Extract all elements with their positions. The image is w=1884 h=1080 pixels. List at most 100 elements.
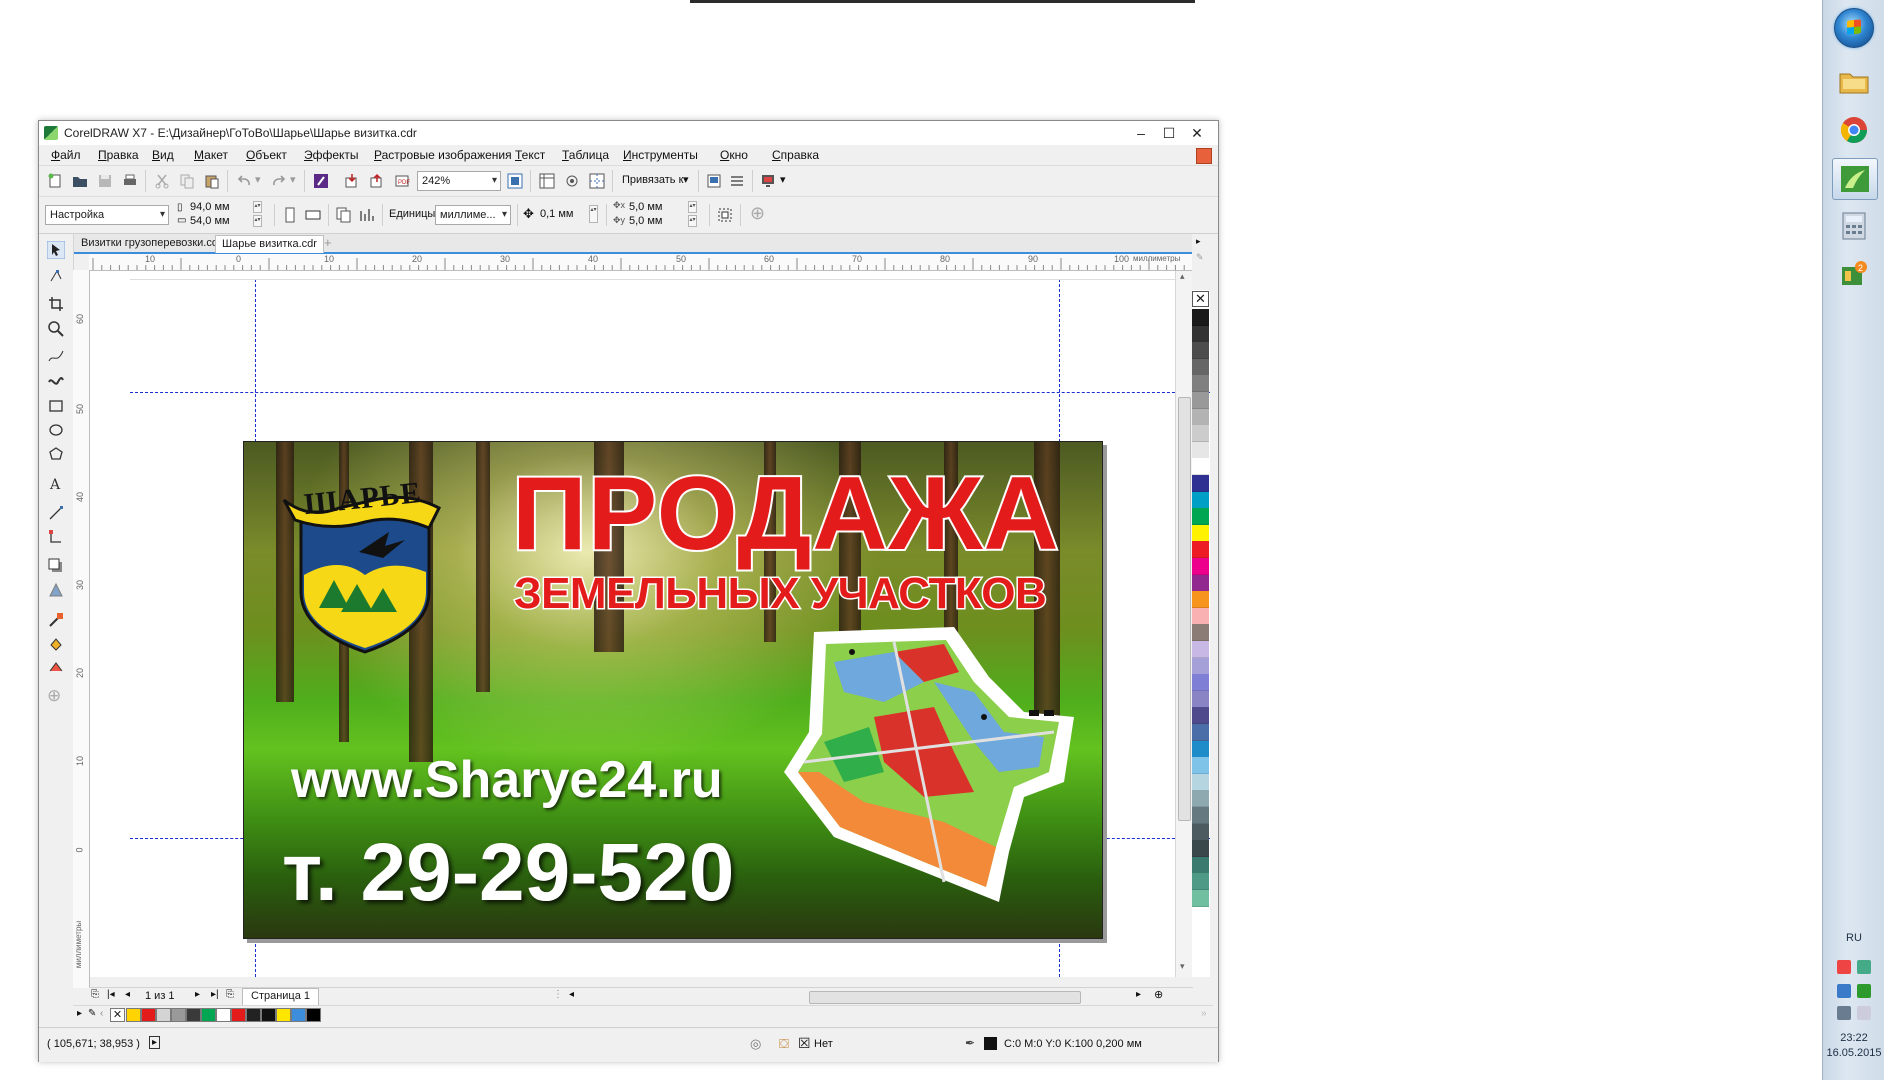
palette-swatch[interactable] [1192,707,1209,725]
view-options-icon[interactable] [564,173,580,189]
palette-swatch[interactable] [1192,823,1209,841]
parallel-dimension-icon[interactable] [47,504,65,522]
first-page-icon[interactable]: |◂ [107,989,115,1000]
card-headline[interactable]: ПРОДАЖА [510,460,1061,568]
next-page-icon[interactable]: ▸ [195,989,200,1000]
palette-swatch[interactable] [1192,607,1209,625]
calculator-taskbar-button[interactable] [1832,206,1876,246]
palette-swatch[interactable] [1192,690,1209,708]
publish-pdf-icon[interactable]: PDF [394,173,410,189]
palette-swatch[interactable] [1192,458,1209,476]
prev-page-icon[interactable]: ◂ [125,989,130,1000]
doc-palette-eyedropper-icon[interactable]: ✎ [88,1008,96,1019]
title-bar[interactable]: CorelDRAW X7 - E:\Дизайнер\ГоТоВо\Шарье\… [39,121,1218,145]
print-icon[interactable] [122,173,138,189]
zoom-level-select[interactable]: 242% [417,171,501,191]
palette-swatch[interactable] [1192,475,1209,492]
palette-swatch[interactable] [1192,491,1209,509]
scroll-left-icon[interactable]: ◂ [569,989,574,1000]
doc-palette-swatch[interactable] [291,1008,306,1022]
tray-network-icon[interactable] [1857,960,1871,974]
transparency-tool-icon[interactable] [47,581,65,599]
menu-window[interactable]: Окно [720,148,748,162]
explorer-taskbar-button[interactable] [1832,62,1876,102]
palette-swatch[interactable] [1192,873,1209,891]
zoom-tool-icon[interactable] [47,320,65,338]
page-width-value[interactable]: 94,0 мм [190,201,230,213]
show-rulers-icon[interactable] [539,173,555,189]
doc-palette-swatch[interactable] [216,1008,231,1022]
full-screen-preview-icon[interactable] [507,173,523,189]
smart-fill-icon[interactable] [47,659,65,677]
tab-sharye-vizitka[interactable]: Шарье визитка.cdr [215,235,324,253]
last-page-icon[interactable]: ▸| [211,989,219,1000]
page-tab-1[interactable]: Страница 1 [242,988,320,1006]
palette-swatch[interactable] [1192,890,1209,907]
doc-palette-swatch[interactable] [246,1008,261,1022]
options-icon[interactable] [706,173,722,189]
menu-effects[interactable]: Эффекты [304,148,359,162]
palette-swatch[interactable] [1192,856,1209,874]
doc-palette-swatch[interactable] [276,1008,291,1022]
search-content-icon[interactable] [313,173,329,189]
palette-swatch[interactable] [1192,757,1209,775]
palette-swatch[interactable] [1192,657,1209,675]
business-card[interactable]: ШАРЬЕ ПРОДАЖА ЗЕМЕЛЬНЫХ УЧАСТКОВ www.Sha… [243,441,1103,939]
portrait-icon[interactable] [282,207,298,223]
tray-flag-icon[interactable] [1837,960,1851,974]
palette-swatch[interactable] [1192,641,1209,658]
menu-layout[interactable]: Макет [194,148,228,162]
palette-swatch[interactable] [1192,674,1209,692]
palette-swatch[interactable] [1192,591,1209,609]
tab-vizitki-gruzoperevozki[interactable]: Визитки грузоперевозки.cdr [75,235,228,252]
paste-icon[interactable] [204,173,220,189]
doc-palette-swatch[interactable] [306,1008,321,1022]
text-tool-icon[interactable]: A [47,474,65,492]
duplicate-distance-y[interactable]: 5,0 мм [629,215,662,227]
export-icon[interactable] [369,173,385,189]
palette-swatch[interactable] [1192,807,1209,824]
nudge-spinner[interactable]: ▴▾ [589,205,598,223]
palette-eyedropper-icon[interactable]: ✎ [1196,252,1204,263]
palette-swatch[interactable] [1192,508,1209,526]
cut-icon[interactable] [154,173,170,189]
new-tab-icon[interactable]: + [324,235,332,250]
show-guidelines-icon[interactable] [589,173,605,189]
zoom-navigator-icon[interactable]: ⊕ [1154,988,1163,1001]
duplicate-distance-x[interactable]: 5,0 мм [629,201,662,213]
close-button[interactable]: ✕ [1180,123,1214,143]
palette-swatch[interactable] [1192,790,1209,808]
no-color-swatch[interactable]: ✕ [1192,291,1209,307]
menu-edit[interactable]: Правка [98,148,139,162]
color-proof-icon[interactable]: ◎ [750,1036,761,1052]
doc-palette-swatch[interactable] [186,1008,201,1022]
freehand-tool-icon[interactable] [47,347,65,365]
polygon-tool-icon[interactable] [47,445,65,463]
units-select[interactable]: миллиме... [435,205,511,225]
dup-x-spinner[interactable]: ▴▾ [688,201,697,213]
add-icon[interactable]: ⊕ [750,203,765,224]
nudge-distance-value[interactable]: 0,1 мм [540,208,573,220]
palette-swatch[interactable] [1192,624,1209,642]
tray-security-icon[interactable] [1857,984,1871,998]
all-pages-icon[interactable] [336,207,352,223]
status-menu-icon[interactable]: ▸ [149,1036,161,1049]
palette-swatch[interactable] [1192,342,1209,360]
redo-icon[interactable] [271,173,287,189]
horizontal-scroll-thumb[interactable] [809,991,1081,1004]
new-document-icon[interactable] [47,173,63,189]
palette-swatch[interactable] [1192,524,1209,542]
undo-icon[interactable] [236,173,252,189]
palette-swatch[interactable] [1192,375,1209,393]
menu-tools[interactable]: Инструменты [623,148,698,162]
snap-to-dropdown[interactable]: Привязать к [622,174,683,186]
height-spinner[interactable]: ▴▾ [253,215,262,227]
menu-help[interactable]: Справка [772,148,819,162]
palette-swatch[interactable] [1192,309,1209,326]
save-icon[interactable] [97,173,113,189]
palette-swatch[interactable] [1192,724,1209,741]
landscape-icon[interactable] [305,207,321,223]
doc-palette-swatch[interactable] [171,1008,186,1022]
tray-update-icon[interactable] [1837,984,1851,998]
start-button-icon[interactable] [1834,8,1874,48]
